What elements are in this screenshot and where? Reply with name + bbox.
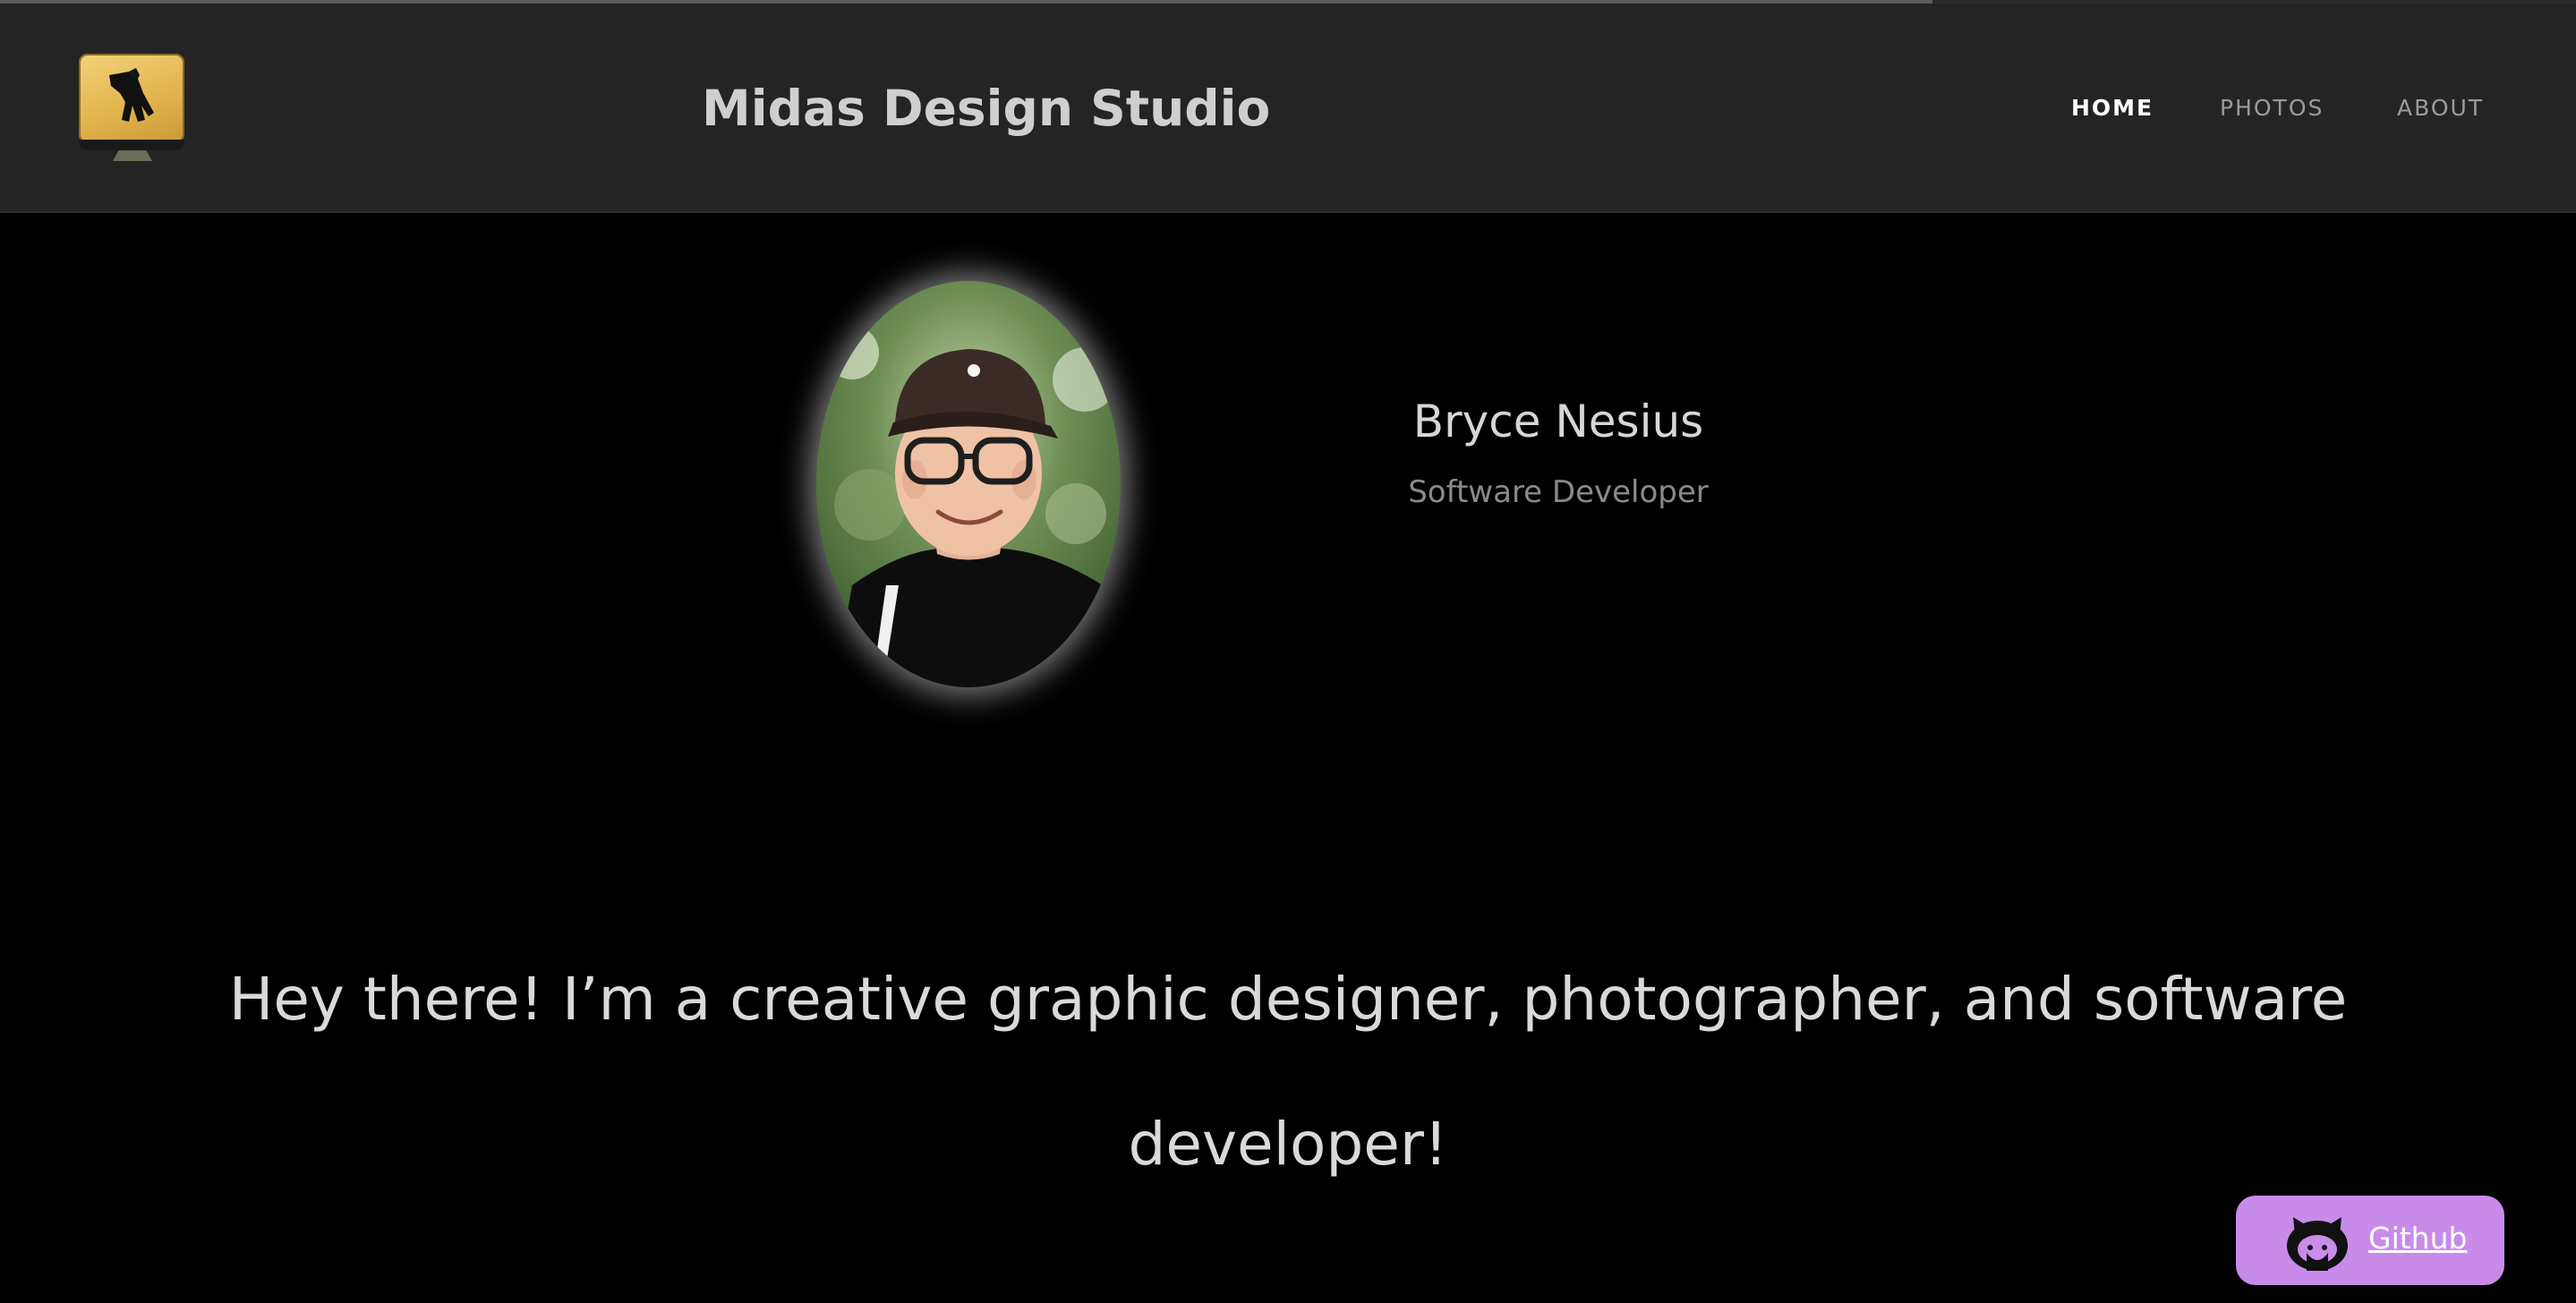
scroll-progress-bar — [0, 0, 2576, 4]
github-button[interactable]: Github — [2236, 1196, 2504, 1285]
profile-photo-illustration — [816, 281, 1121, 687]
github-label: Github — [2368, 1221, 2468, 1256]
profile-name: Bryce Nesius — [1412, 396, 1704, 447]
logo-base — [79, 140, 184, 150]
computer-hand-icon — [109, 68, 154, 122]
top-navbar: Midas Design Studio HOME PHOTOS ABOUT — [0, 0, 2576, 213]
github-icon — [2287, 1217, 2348, 1271]
scroll-progress-fill — [0, 0, 1932, 4]
site-title: Midas Design Studio — [702, 80, 1271, 137]
nav-home-link[interactable]: HOME — [2071, 95, 2154, 122]
nav-photos-link[interactable]: PHOTOS — [2220, 95, 2324, 122]
intro-text: Hey there! I’m a creative graphic design… — [228, 965, 2348, 1179]
profile-photo — [816, 281, 1121, 687]
nav-about-link[interactable]: ABOUT — [2397, 95, 2484, 122]
profile-role: Software Developer — [1408, 474, 1709, 510]
site-logo[interactable] — [77, 54, 188, 163]
logo-stand — [113, 150, 152, 161]
